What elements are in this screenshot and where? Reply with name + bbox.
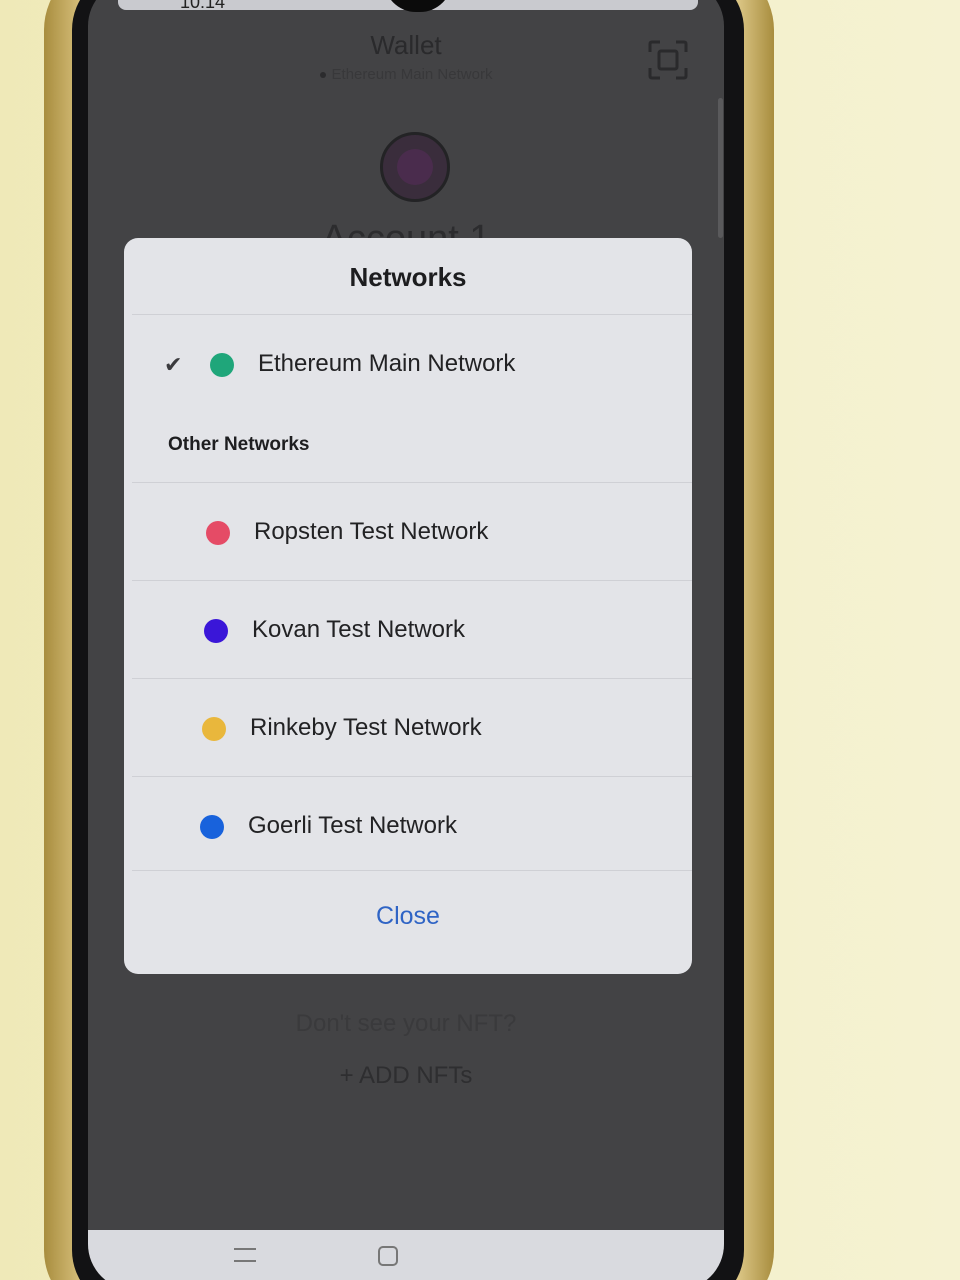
network-color-dot bbox=[200, 815, 224, 839]
divider bbox=[132, 314, 692, 315]
nft-prompt: Don't see your NFT? bbox=[295, 1010, 517, 1037]
home-icon[interactable] bbox=[378, 1246, 398, 1266]
network-item-rinkeby[interactable]: Rinkeby Test Network bbox=[124, 680, 692, 776]
network-label: Kovan Test Network bbox=[252, 616, 465, 643]
network-status-dot bbox=[319, 72, 326, 79]
close-button[interactable]: Close bbox=[124, 902, 692, 931]
network-label: Goerli Test Network bbox=[248, 812, 457, 839]
network-color-dot bbox=[202, 717, 226, 741]
scrollbar[interactable] bbox=[718, 98, 723, 238]
network-color-dot bbox=[204, 619, 228, 643]
scan-qr-icon[interactable] bbox=[648, 40, 688, 80]
divider bbox=[132, 580, 692, 581]
network-label: Rinkeby Test Network bbox=[250, 714, 482, 741]
network-item-goerli[interactable]: Goerli Test Network bbox=[124, 778, 692, 874]
add-nfts-link[interactable]: + ADD NFTs bbox=[88, 1062, 724, 1090]
divider bbox=[132, 776, 692, 777]
modal-title: Networks bbox=[349, 262, 467, 292]
network-item-kovan[interactable]: Kovan Test Network bbox=[124, 582, 692, 678]
divider bbox=[132, 678, 692, 679]
network-item-ethereum-main[interactable]: ✔ Ethereum Main Network bbox=[124, 316, 692, 412]
network-color-dot bbox=[210, 353, 234, 377]
network-label: Ropsten Test Network bbox=[254, 518, 489, 545]
divider bbox=[132, 482, 692, 483]
system-nav-bar bbox=[88, 1230, 724, 1280]
network-color-dot bbox=[206, 521, 230, 545]
network-label: Ethereum Main Network bbox=[258, 350, 516, 377]
networks-modal: Networks ✔ Ethereum Main Network Other N… bbox=[124, 238, 692, 974]
checkmark-icon: ✔ bbox=[164, 352, 183, 377]
divider bbox=[132, 870, 692, 871]
status-time: 10:14 bbox=[180, 0, 226, 12]
section-label: Other Networks bbox=[168, 434, 310, 455]
network-name: Ethereum Main Network bbox=[331, 66, 493, 83]
network-item-ropsten[interactable]: Ropsten Test Network bbox=[124, 484, 692, 580]
network-indicator[interactable]: Ethereum Main Network bbox=[88, 66, 724, 83]
page-title: Wallet bbox=[370, 30, 442, 60]
recent-apps-icon[interactable] bbox=[234, 1248, 256, 1262]
account-avatar[interactable] bbox=[380, 132, 450, 202]
phone-screen: 10:14 Wallet Ethereum Main Network Accou… bbox=[88, 0, 724, 1280]
